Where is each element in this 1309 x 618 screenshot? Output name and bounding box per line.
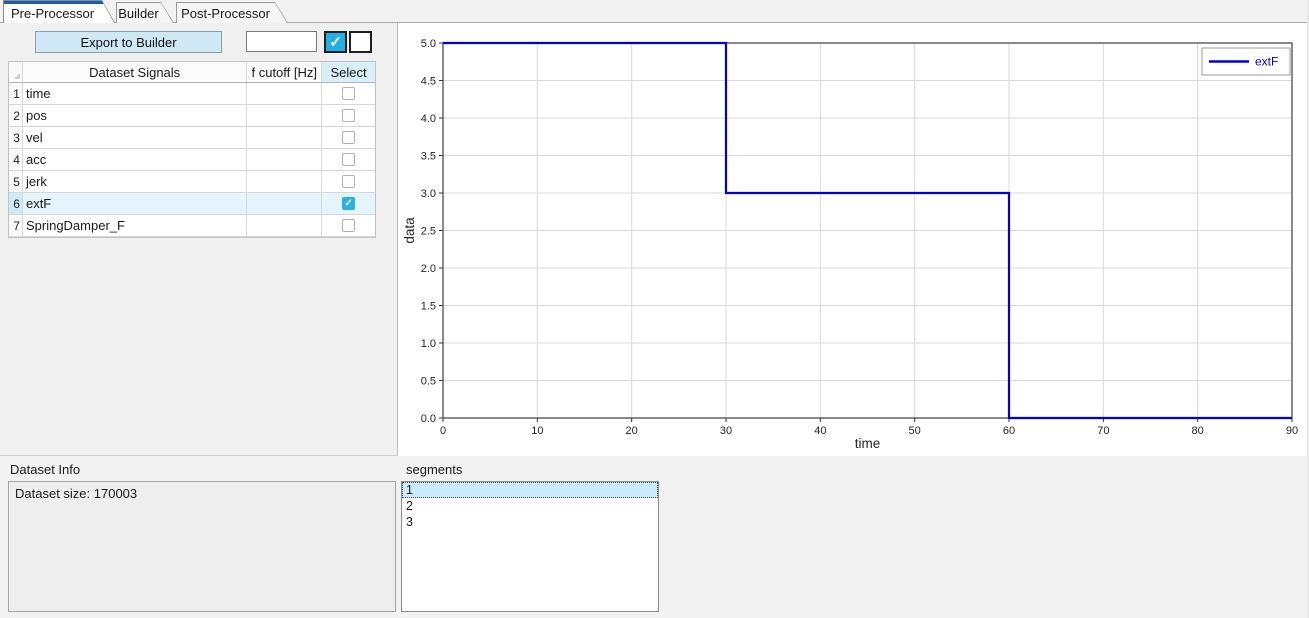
- select-checkbox-checked[interactable]: [342, 197, 355, 210]
- dataset-size-text: Dataset size: 170003: [15, 486, 137, 501]
- dataset-info-label: Dataset Info: [10, 462, 80, 477]
- table-header-row: Dataset Signals f cutoff [Hz] Select: [9, 62, 375, 83]
- f-cutoff-cell[interactable]: [247, 193, 322, 214]
- filter-enable-checkbox[interactable]: [324, 31, 347, 53]
- select-cell: [322, 149, 375, 170]
- segments-items: 123: [402, 482, 658, 530]
- signals-table-body: 1time2pos3vel4acc5jerk6extF7SpringDamper…: [9, 83, 375, 237]
- select-checkbox[interactable]: [342, 131, 355, 144]
- signal-name-cell[interactable]: time: [23, 83, 247, 104]
- row-number: 6: [9, 193, 23, 214]
- select-checkbox[interactable]: [342, 109, 355, 122]
- y-tick-label: 3.0: [421, 188, 436, 200]
- signal-name-cell[interactable]: vel: [23, 127, 247, 148]
- segments-label: segments: [406, 462, 462, 477]
- x-tick-label: 80: [1192, 425, 1204, 437]
- data-plot: 0 10 20 30 40 50 60 70 80 90 0.0 0.5 1.0 1.5 2.0 2.5 3.0…: [398, 24, 1305, 455]
- select-checkbox[interactable]: [342, 153, 355, 166]
- f-cutoff-cell[interactable]: [247, 215, 322, 236]
- tab-builder[interactable]: Builder: [116, 2, 174, 23]
- select-checkbox[interactable]: [342, 175, 355, 188]
- tab-label: Builder: [118, 6, 158, 21]
- select-cell: [322, 193, 375, 214]
- secondary-checkbox[interactable]: [349, 31, 372, 53]
- signal-name-cell[interactable]: extF: [23, 193, 247, 214]
- table-corner-icon: [14, 73, 20, 79]
- x-tick-label: 90: [1286, 425, 1298, 437]
- select-cell: [322, 171, 375, 192]
- select-cell: [322, 127, 375, 148]
- f-cutoff-cell[interactable]: [247, 171, 322, 192]
- table-row[interactable]: 3vel: [9, 127, 375, 149]
- y-tick-label: 1.5: [421, 301, 436, 313]
- tab-pre-processor[interactable]: Pre-Processor: [3, 0, 115, 23]
- tab-post-processor[interactable]: Post-Processor: [176, 2, 288, 23]
- plot-panel: 0 10 20 30 40 50 60 70 80 90 0.0 0.5 1.0 1.5 2.0 2.5 3.0…: [398, 23, 1307, 456]
- f-cutoff-cell[interactable]: [247, 83, 322, 104]
- signal-name-cell[interactable]: jerk: [23, 171, 247, 192]
- segments-listbox[interactable]: 123: [401, 481, 659, 612]
- y-tick-label: 2.0: [421, 263, 436, 275]
- segment-item[interactable]: 3: [402, 514, 658, 530]
- segment-item[interactable]: 2: [402, 498, 658, 514]
- tab-label: Pre-Processor: [11, 6, 94, 21]
- dataset-signals-table: Dataset Signals f cutoff [Hz] Select 1ti…: [8, 61, 376, 238]
- y-tick-label: 3.5: [421, 151, 436, 163]
- x-tick-label: 60: [1003, 425, 1015, 437]
- legend-entry: extF: [1255, 55, 1278, 69]
- x-axis-label: time: [855, 436, 881, 451]
- f-cutoff-cell[interactable]: [247, 149, 322, 170]
- column-header-select: Select: [322, 62, 375, 82]
- row-number: 1: [9, 83, 23, 104]
- select-cell: [322, 83, 375, 104]
- dataset-info-panel: Dataset size: 170003: [8, 481, 396, 612]
- x-tick-label: 50: [909, 425, 921, 437]
- table-corner-cell: [9, 62, 23, 82]
- x-tick-label: 40: [814, 425, 826, 437]
- table-row[interactable]: 2pos: [9, 105, 375, 127]
- table-row[interactable]: 4acc: [9, 149, 375, 171]
- y-tick-label: 4.5: [421, 76, 436, 88]
- row-number: 2: [9, 105, 23, 126]
- table-row[interactable]: 6extF: [9, 193, 375, 215]
- column-header-signals: Dataset Signals: [23, 62, 247, 82]
- row-number: 5: [9, 171, 23, 192]
- segment-item[interactable]: 1: [402, 482, 658, 498]
- signal-name-cell[interactable]: pos: [23, 105, 247, 126]
- column-header-fcutoff: f cutoff [Hz]: [247, 62, 322, 82]
- y-axis-label: data: [402, 217, 417, 244]
- signal-name-cell[interactable]: SpringDamper_F: [23, 215, 247, 236]
- select-cell: [322, 105, 375, 126]
- signal-name-cell[interactable]: acc: [23, 149, 247, 170]
- table-row[interactable]: 7SpringDamper_F: [9, 215, 375, 237]
- x-tick-label: 30: [720, 425, 732, 437]
- x-tick-label: 0: [440, 425, 446, 437]
- y-tick-label: 0.0: [421, 413, 436, 425]
- tab-bar: Pre-Processor Builder Post-Processor: [0, 0, 1307, 23]
- select-checkbox[interactable]: [342, 219, 355, 232]
- y-tick-label: 4.0: [421, 113, 436, 125]
- select-cell: [322, 215, 375, 236]
- row-number: 3: [9, 127, 23, 148]
- app-window: Pre-Processor Builder Post-Processor Exp…: [0, 0, 1309, 618]
- row-number: 4: [9, 149, 23, 170]
- legend: extF: [1202, 48, 1290, 75]
- f-cutoff-input[interactable]: [246, 31, 317, 52]
- export-to-builder-button[interactable]: Export to Builder: [35, 31, 222, 53]
- f-cutoff-cell[interactable]: [247, 105, 322, 126]
- y-tick-label: 0.5: [421, 376, 436, 388]
- f-cutoff-cell[interactable]: [247, 127, 322, 148]
- select-checkbox[interactable]: [342, 87, 355, 100]
- row-number: 7: [9, 215, 23, 236]
- tab-label: Post-Processor: [181, 6, 270, 21]
- x-tick-label: 10: [531, 425, 543, 437]
- pre-processor-panel: Export to Builder Dataset Signals f cuto…: [0, 23, 398, 456]
- y-tick-label: 2.5: [421, 226, 436, 238]
- y-tick-label: 1.0: [421, 338, 436, 350]
- x-tick-label: 20: [626, 425, 638, 437]
- y-tick-label: 5.0: [421, 38, 436, 50]
- table-row[interactable]: 1time: [9, 83, 375, 105]
- x-tick-label: 70: [1097, 425, 1109, 437]
- table-row[interactable]: 5jerk: [9, 171, 375, 193]
